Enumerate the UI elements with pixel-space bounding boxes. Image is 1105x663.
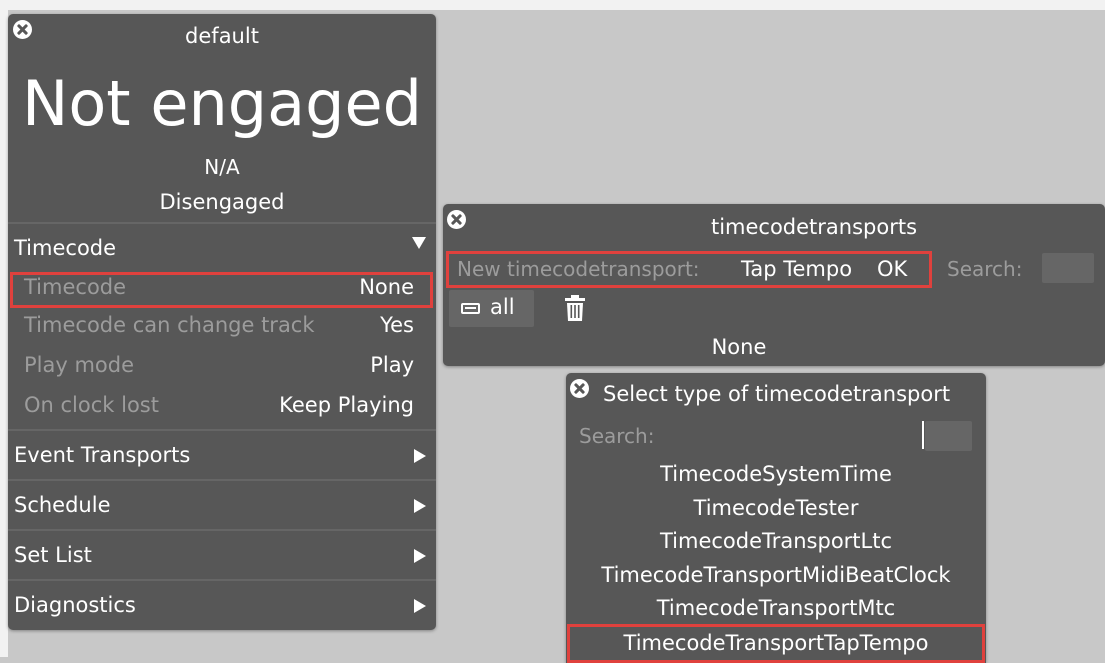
select-type-panel: Select type of timecodetransport Search:… xyxy=(566,373,986,663)
ok-button[interactable]: OK xyxy=(877,257,907,281)
type-option[interactable]: TimecodeTransportMtc xyxy=(566,596,986,620)
new-transport-label: New timecodetransport: xyxy=(457,257,700,281)
chevron-right-icon xyxy=(414,549,426,563)
section-schedule[interactable]: Schedule xyxy=(8,481,436,528)
property-key: On clock lost xyxy=(24,393,159,417)
property-key: Play mode xyxy=(24,353,135,377)
property-value[interactable]: Keep Playing xyxy=(279,393,414,417)
filter-all-button[interactable]: all xyxy=(449,290,534,327)
chevron-right-icon xyxy=(414,599,426,613)
empty-list-text: None xyxy=(711,335,767,359)
section-label: Event Transports xyxy=(14,443,191,467)
section-label: Set List xyxy=(14,543,92,567)
chevron-right-icon xyxy=(414,499,426,513)
text-cursor xyxy=(922,421,924,449)
close-icon[interactable] xyxy=(570,379,589,398)
section-label: Diagnostics xyxy=(14,593,136,617)
search-label: Search: xyxy=(947,257,1023,281)
engine-panel: default Not engaged N/A Disengaged Timec… xyxy=(8,14,436,630)
type-option-selected[interactable]: TimecodeTransportTapTempo xyxy=(566,631,986,655)
list-icon xyxy=(461,303,480,314)
section-event-transports[interactable]: Event Transports xyxy=(8,431,436,478)
type-option[interactable]: TimecodeTransportMidiBeatClock xyxy=(566,563,986,587)
chevron-right-icon xyxy=(414,449,426,463)
chevron-down-icon xyxy=(412,237,426,249)
section-label: Schedule xyxy=(14,493,111,517)
property-key: Timecode can change track xyxy=(24,313,315,337)
search-input[interactable] xyxy=(1042,253,1094,283)
trash-icon[interactable] xyxy=(564,294,586,322)
close-icon[interactable] xyxy=(447,210,466,229)
section-diagnostics[interactable]: Diagnostics xyxy=(8,581,436,628)
panel-title: Select type of timecodetransport xyxy=(603,382,951,406)
engine-state: Not engaged xyxy=(22,67,422,140)
engine-position: N/A xyxy=(204,155,240,179)
timecodetransports-panel: timecodetransports New timecodetransport… xyxy=(443,204,1105,366)
new-transport-type-select[interactable]: Tap Tempo xyxy=(741,257,852,281)
highlight-box xyxy=(10,272,433,308)
type-option[interactable]: TimecodeTransportLtc xyxy=(566,529,986,553)
search-input[interactable] xyxy=(925,421,972,451)
section-set-list[interactable]: Set List xyxy=(8,531,436,578)
property-value[interactable]: Play xyxy=(370,353,414,377)
type-option[interactable]: TimecodeSystemTime xyxy=(566,462,986,486)
window-top-edge xyxy=(0,0,1105,10)
window-left-edge xyxy=(0,0,8,657)
section-timecode[interactable]: Timecode xyxy=(8,224,436,271)
panel-title: timecodetransports xyxy=(710,215,918,239)
engine-engagement: Disengaged xyxy=(159,190,285,214)
filter-all-label: all xyxy=(490,295,515,319)
property-value[interactable]: Yes xyxy=(380,313,414,337)
search-label: Search: xyxy=(579,424,655,448)
panel-title: default xyxy=(185,24,259,48)
property-row-play-mode[interactable]: Play mode Play xyxy=(8,347,436,385)
section-label: Timecode xyxy=(14,236,117,260)
property-row-on-clock-lost[interactable]: On clock lost Keep Playing xyxy=(8,387,436,425)
property-row-can-change-track[interactable]: Timecode can change track Yes xyxy=(8,307,436,345)
type-option[interactable]: TimecodeTester xyxy=(566,496,986,520)
